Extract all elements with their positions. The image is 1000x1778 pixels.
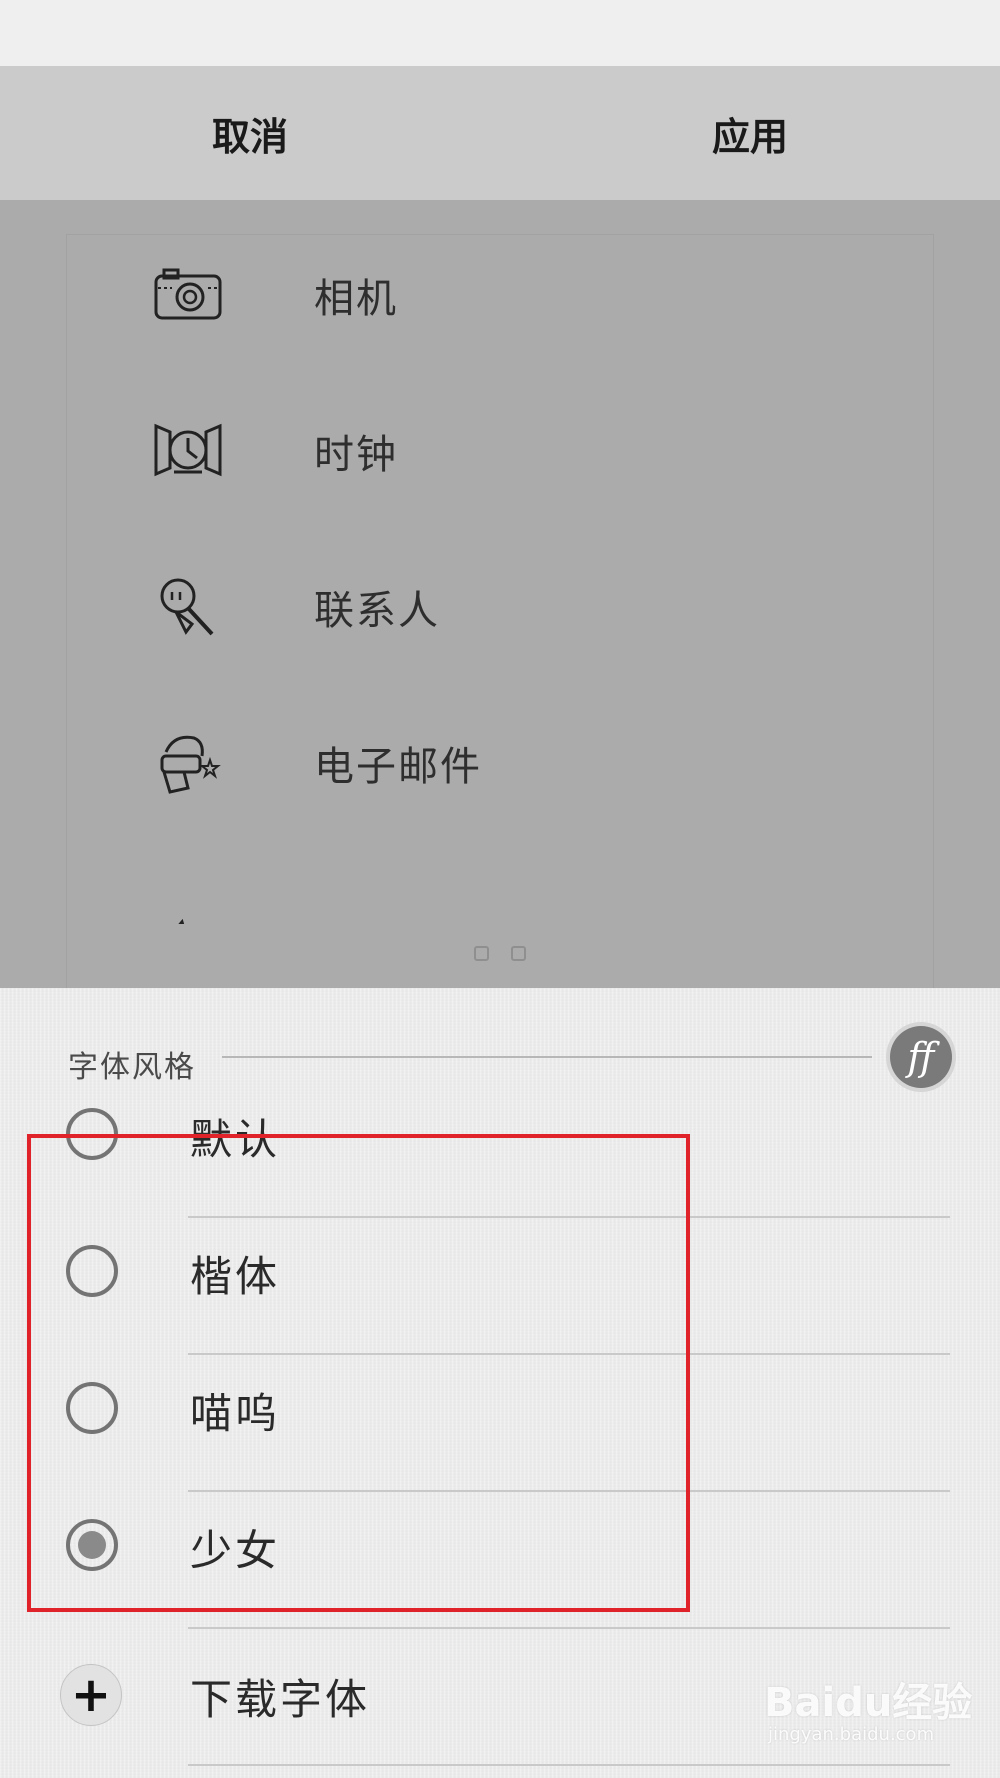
- font-option-label: 默认: [190, 1115, 281, 1164]
- font-option-default[interactable]: 默认: [0, 1080, 1000, 1218]
- plus-icon[interactable]: +: [60, 1664, 122, 1726]
- font-badge-icon[interactable]: ff: [890, 1026, 952, 1088]
- preview-app-list: 相机 时钟 联系人 电子邮件: [66, 234, 934, 924]
- partial-icon: [152, 882, 224, 924]
- font-option-kaiti[interactable]: 楷体: [0, 1217, 1000, 1355]
- preview-label-clock: 时钟: [314, 432, 398, 478]
- preview-label-camera: 相机: [314, 276, 398, 322]
- font-option-shaonv[interactable]: 少女: [0, 1491, 1000, 1629]
- preview-label-email: 电子邮件: [314, 744, 482, 790]
- option-divider: [188, 1764, 950, 1766]
- font-settings-panel: 字体风格 ff 默认 楷体 喵呜 少女 + 下载字体: [0, 988, 1000, 1778]
- clock-icon: [152, 414, 224, 486]
- radio-button[interactable]: [66, 1245, 118, 1297]
- font-preview-area[interactable]: 相机 时钟 联系人 电子邮件: [0, 200, 1000, 988]
- page-dot: [511, 946, 526, 961]
- cancel-button[interactable]: 取消: [0, 66, 500, 200]
- download-fonts-item[interactable]: + 下载字体: [0, 1628, 1000, 1766]
- contacts-icon: [152, 570, 224, 642]
- preview-item-camera: 相机: [66, 234, 934, 354]
- font-option-label: 少女: [190, 1526, 281, 1575]
- status-bar: [0, 0, 1000, 66]
- radio-button[interactable]: [66, 1382, 118, 1434]
- action-bar: 取消 应用: [0, 66, 1000, 200]
- camera-icon: [152, 258, 224, 330]
- radio-button[interactable]: [66, 1108, 118, 1160]
- page-indicator: [0, 946, 1000, 966]
- font-option-label: 楷体: [190, 1252, 281, 1301]
- preview-item-partial: [66, 858, 934, 924]
- page-dot: [474, 946, 489, 961]
- font-option-label: 喵呜: [190, 1389, 281, 1438]
- download-fonts-label: 下载字体: [190, 1675, 371, 1724]
- preview-item-clock: 时钟: [66, 390, 934, 510]
- email-icon: [152, 726, 224, 798]
- apply-button[interactable]: 应用: [500, 66, 1000, 200]
- preview-item-email: 电子邮件: [66, 702, 934, 822]
- font-option-miaowu[interactable]: 喵呜: [0, 1354, 1000, 1492]
- section-divider: [222, 1056, 872, 1058]
- radio-button-selected[interactable]: [66, 1519, 118, 1571]
- preview-item-contacts: 联系人: [66, 546, 934, 666]
- preview-label-contacts: 联系人: [314, 588, 440, 634]
